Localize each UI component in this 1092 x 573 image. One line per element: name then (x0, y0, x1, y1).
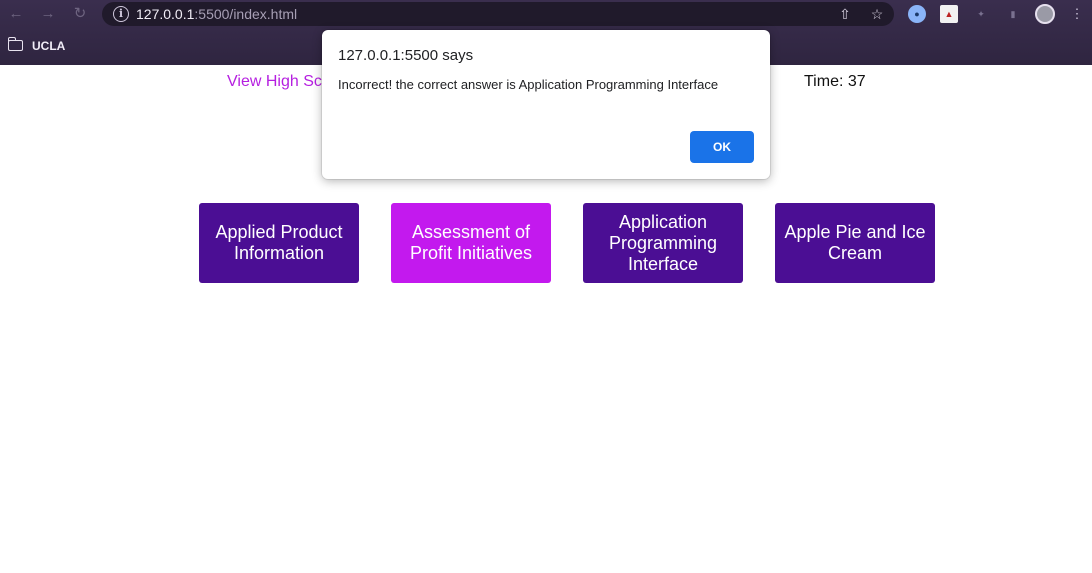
alert-title: 127.0.0.1:5500 says (338, 47, 474, 64)
timer: Time: 37 (804, 73, 866, 90)
extension-icon[interactable]: ● (908, 5, 926, 23)
folder-icon (7, 37, 23, 51)
url-path: :5500/index.html (194, 6, 298, 22)
star-icon[interactable]: ☆ (868, 5, 886, 23)
answer-button-1[interactable]: Applied Product Information (199, 203, 359, 283)
info-icon[interactable]: i (113, 6, 129, 22)
answer-button-2[interactable]: Assessment of Profit Initiatives (391, 203, 551, 283)
address-bar[interactable]: i 127.0.0.1:5500/index.html ⇧ ☆ (102, 2, 894, 26)
alert-message: Incorrect! the correct answer is Applica… (338, 77, 719, 92)
share-icon[interactable]: ⇧ (836, 5, 854, 23)
answer-button-3[interactable]: Application Programming Interface (583, 203, 743, 283)
url-text[interactable]: 127.0.0.1:5500/index.html (136, 5, 297, 23)
alert-dialog: 127.0.0.1:5500 says Incorrect! the corre… (322, 30, 770, 179)
forward-icon[interactable]: → (38, 5, 58, 23)
back-icon[interactable]: ← (6, 5, 26, 23)
ok-button[interactable]: OK (690, 131, 754, 163)
reload-icon[interactable]: ↻ (70, 5, 90, 23)
answer-button-4[interactable]: Apple Pie and Ice Cream (775, 203, 935, 283)
puzzle-icon[interactable]: ✦ (972, 5, 990, 23)
bookmark-folder-ucla[interactable]: UCLA (32, 38, 65, 54)
view-high-scores-link[interactable]: View High Sc (227, 72, 322, 92)
kebab-menu-icon[interactable]: ⋮ (1068, 5, 1086, 23)
url-host: 127.0.0.1 (136, 6, 195, 22)
profile-avatar[interactable] (1035, 4, 1055, 24)
extension-icon[interactable]: ▲ (940, 5, 958, 23)
sidebar-icon[interactable]: ▮ (1004, 5, 1022, 23)
